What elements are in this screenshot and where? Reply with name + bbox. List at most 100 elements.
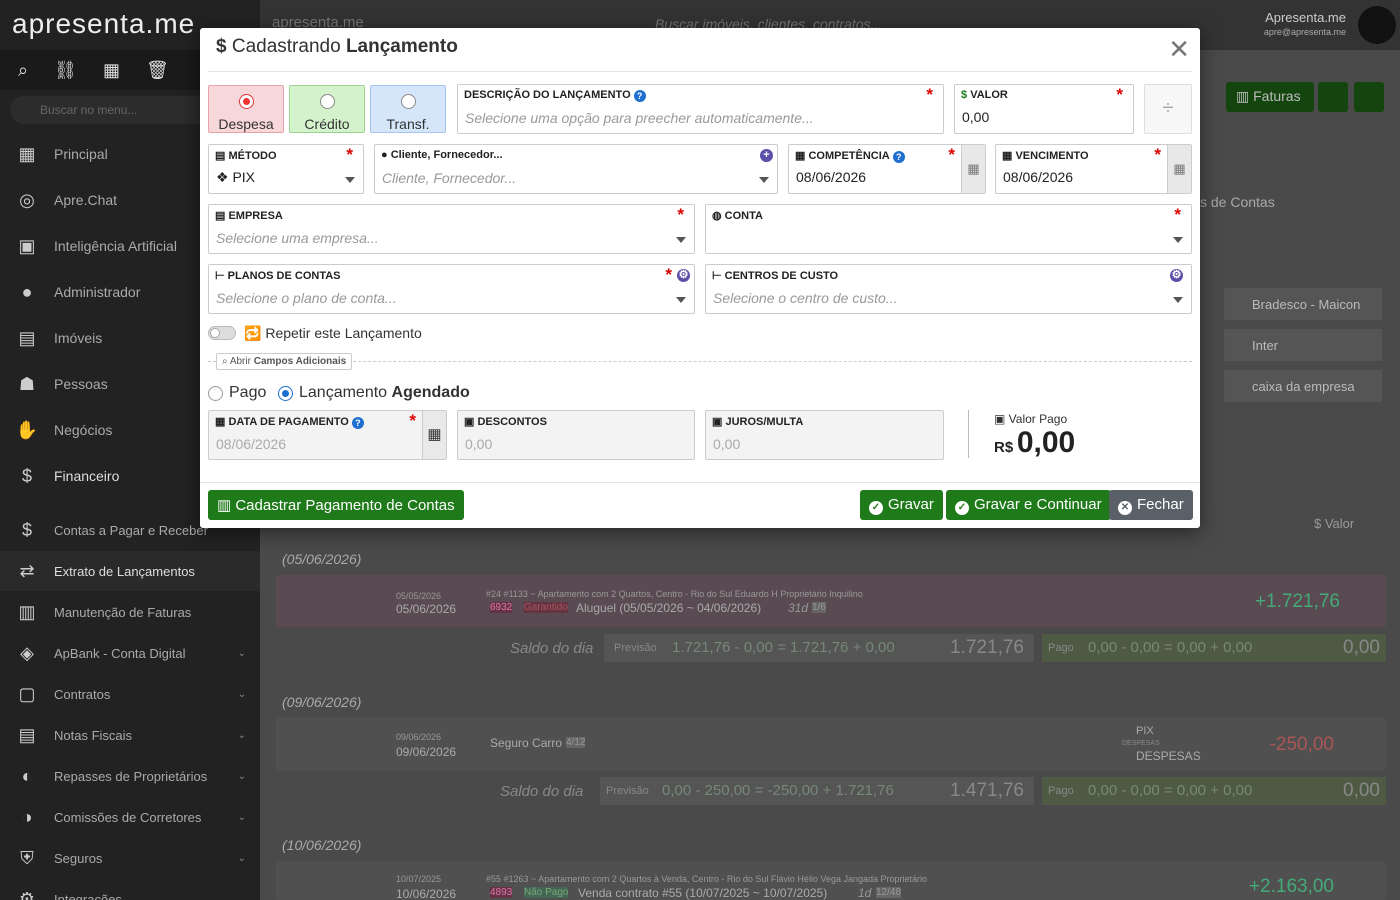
pago-radio[interactable] xyxy=(208,386,223,401)
calendar-icon: ▦ xyxy=(215,416,229,428)
valor-pago-amount: R$ 0,00 xyxy=(994,426,1076,459)
transfer-icon: ◐ xyxy=(21,765,33,786)
print-button[interactable] xyxy=(1354,82,1384,112)
agendado-radio[interactable] xyxy=(278,386,293,401)
people-icon: ☗ xyxy=(18,373,36,394)
planos-heading: s de Contas xyxy=(1200,194,1275,210)
tipo-transferencia[interactable]: Transf. xyxy=(370,85,446,133)
sidebar-sub-comissoes[interactable]: ◑ Comissões de Corretores ⌄ xyxy=(0,797,260,837)
calendar-icon[interactable]: ▦ xyxy=(961,145,985,193)
repetir-toggle[interactable] xyxy=(208,326,236,340)
barcode-icon: ▥ xyxy=(217,497,236,514)
sidebar-sub-apbank[interactable]: ◈ ApBank - Conta Digital ⌄ xyxy=(0,633,260,673)
chevron-down-icon xyxy=(676,237,686,243)
cliente-field[interactable]: ● Cliente, Fornecedor... + Cliente, Forn… xyxy=(374,144,778,194)
pix-icon: ❖ xyxy=(216,169,233,185)
calendar-icon: ▦ xyxy=(795,150,809,162)
pago-box: Pago 0,00 - 0,00 = 0,00 + 0,00 0,00 xyxy=(1042,634,1386,662)
valor-field[interactable]: $ Valor * 0,00 xyxy=(954,84,1134,134)
lancamento-modal: $ Cadastrando Lançamento ✕ Despesa Crédi… xyxy=(200,28,1200,528)
trash-icon[interactable]: 🗑 xyxy=(146,60,169,81)
contract-icon: ▢ xyxy=(18,683,36,704)
fechar-button[interactable]: ✕ Fechar xyxy=(1109,490,1193,520)
divider xyxy=(968,410,969,458)
sidebar-sub-seguros[interactable]: ⛨ Seguros ⌄ xyxy=(0,838,260,878)
juros-field[interactable]: ▣ Juros/Multa 0,00 xyxy=(705,410,944,460)
bank-inter[interactable]: Inter xyxy=(1224,329,1382,361)
chevron-down-icon: ⌄ xyxy=(237,852,246,864)
dollar-icon: $ xyxy=(961,89,971,101)
gravar-button[interactable]: ✓ Gravar xyxy=(860,490,943,520)
descricao-field[interactable]: Descrição do Lançamento? * Selecione uma… xyxy=(457,84,944,134)
tipo-despesa[interactable]: Despesa xyxy=(208,85,284,133)
add-icon[interactable]: ⚙ xyxy=(1170,269,1183,282)
commission-icon: ◑ xyxy=(21,806,33,827)
search-icon[interactable]: ⌕ xyxy=(18,60,28,81)
competencia-field[interactable]: ▦ Competência? * 08/06/2026 ▦ xyxy=(788,144,986,194)
pago-label: Pago xyxy=(229,384,267,401)
chevron-down-icon: ⌄ xyxy=(237,688,246,700)
metodo-field[interactable]: ▤ Método * ❖ PIX xyxy=(208,144,364,194)
money-icon: ▣ xyxy=(994,412,1009,426)
chevron-down-icon xyxy=(1173,237,1183,243)
app-logo: apresenta.me xyxy=(12,8,196,39)
bank-bradesco[interactable]: Bradesco - Maicon xyxy=(1224,288,1382,320)
check-icon: ✓ xyxy=(955,501,969,515)
chevron-down-icon xyxy=(676,297,686,303)
close-icon: ✕ xyxy=(1118,501,1132,515)
table-row[interactable]: 10/07/2025 10/06/2026 #55 #1263 ~ Aparta… xyxy=(276,862,1386,900)
sidebar-sub-notas[interactable]: ▤ Notas Fiscais ⌄ xyxy=(0,715,260,755)
cadastrar-pagamento-button[interactable]: ▥ Cadastrar Pagamento de Contas xyxy=(208,490,464,520)
help-icon[interactable]: ? xyxy=(892,151,905,163)
dollar-icon: $ xyxy=(21,465,32,486)
centros-field[interactable]: ⊢ Centros de Custo ⚙ Selecione o centro … xyxy=(705,264,1192,314)
add-icon[interactable]: + xyxy=(760,149,773,162)
dollar-icon: $ xyxy=(21,519,32,540)
chat-icon: ◎ xyxy=(19,189,35,210)
bank-icon: ◈ xyxy=(20,642,34,663)
user-icon: ● xyxy=(381,149,391,161)
avatar[interactable] xyxy=(1358,6,1396,44)
close-icon[interactable]: ✕ xyxy=(1168,36,1190,62)
vencimento-field[interactable]: ▦ Vencimento * 08/06/2026 ▦ xyxy=(995,144,1192,194)
table-row[interactable]: 09/06/2026 09/06/2026 Seguro Carro 4/12 … xyxy=(276,718,1386,770)
sidebar-sub-faturas[interactable]: ▥ Manutenção de Faturas xyxy=(0,592,260,632)
add-icon[interactable]: ⚙ xyxy=(677,269,690,282)
tipo-credito[interactable]: Crédito xyxy=(289,85,365,133)
calendar-icon[interactable]: ▦ xyxy=(422,411,446,459)
sidebar-sub-contratos[interactable]: ▢ Contratos ⌄ xyxy=(0,674,260,714)
day-header: (10/06/2026) xyxy=(282,837,362,853)
sitemap-icon: ⊢ xyxy=(215,270,228,282)
empresa-field[interactable]: ▤ Empresa * Selecione uma empresa... xyxy=(208,204,695,254)
calendar-icon: ▦ xyxy=(1002,150,1016,162)
chevron-down-icon: ⌄ xyxy=(237,729,246,741)
calendar-icon[interactable]: ▦ xyxy=(103,60,120,81)
bank-caixa[interactable]: caixa da empresa xyxy=(1224,370,1382,402)
day-header: (05/06/2026) xyxy=(282,551,362,567)
conta-field[interactable]: ◍ Conta * xyxy=(705,204,1192,254)
help-icon[interactable]: ? xyxy=(351,417,364,429)
money-icon: ▣ xyxy=(464,416,478,428)
sidebar-sub-repasses[interactable]: ◐ Repasses de Proprietários ⌄ xyxy=(0,756,260,796)
export-button[interactable] xyxy=(1318,82,1348,112)
previsao-box: Previsão 0,00 - 250,00 = -250,00 + 1.721… xyxy=(600,777,1034,805)
sidebar-sub-extrato[interactable]: ⇄ Extrato de Lançamentos xyxy=(0,551,260,591)
search-icon: ⌕ xyxy=(222,356,230,367)
gravar-continuar-button[interactable]: ✓ Gravar e Continuar xyxy=(946,490,1111,520)
previsao-box: Previsão 1.721,76 - 0,00 = 1.721,76 + 0,… xyxy=(604,634,1034,662)
robot-icon: ▣ xyxy=(18,235,36,256)
descontos-field[interactable]: ▣ Descontos 0,00 xyxy=(457,410,695,460)
data-pagamento-field[interactable]: ▦ Data de Pagamento? * 08/06/2026 ▦ xyxy=(208,410,447,460)
user-email: apre@apresenta.me xyxy=(1263,27,1346,37)
link-icon[interactable]: ⛓ xyxy=(54,60,77,81)
help-icon[interactable]: ? xyxy=(633,90,646,102)
table-row[interactable]: 05/05/2026 05/06/2026 #24 #1133 ~ Aparta… xyxy=(276,575,1386,627)
campos-adicionais-button[interactable]: ⌕ Abrir Campos Adicionais xyxy=(216,353,353,370)
chevron-down-icon: ⌄ xyxy=(237,647,246,659)
sidebar-sub-integracoes[interactable]: ⚙ Integrações xyxy=(0,879,260,900)
calendar-icon[interactable]: ▦ xyxy=(1167,145,1191,193)
day-header: (09/06/2026) xyxy=(282,694,362,710)
divide-icon[interactable]: ÷ xyxy=(1144,84,1192,134)
faturas-button[interactable]: ▥ Faturas xyxy=(1226,82,1314,112)
planos-field[interactable]: ⊢ Planos de Contas * ⚙ Selecione o plano… xyxy=(208,264,695,314)
